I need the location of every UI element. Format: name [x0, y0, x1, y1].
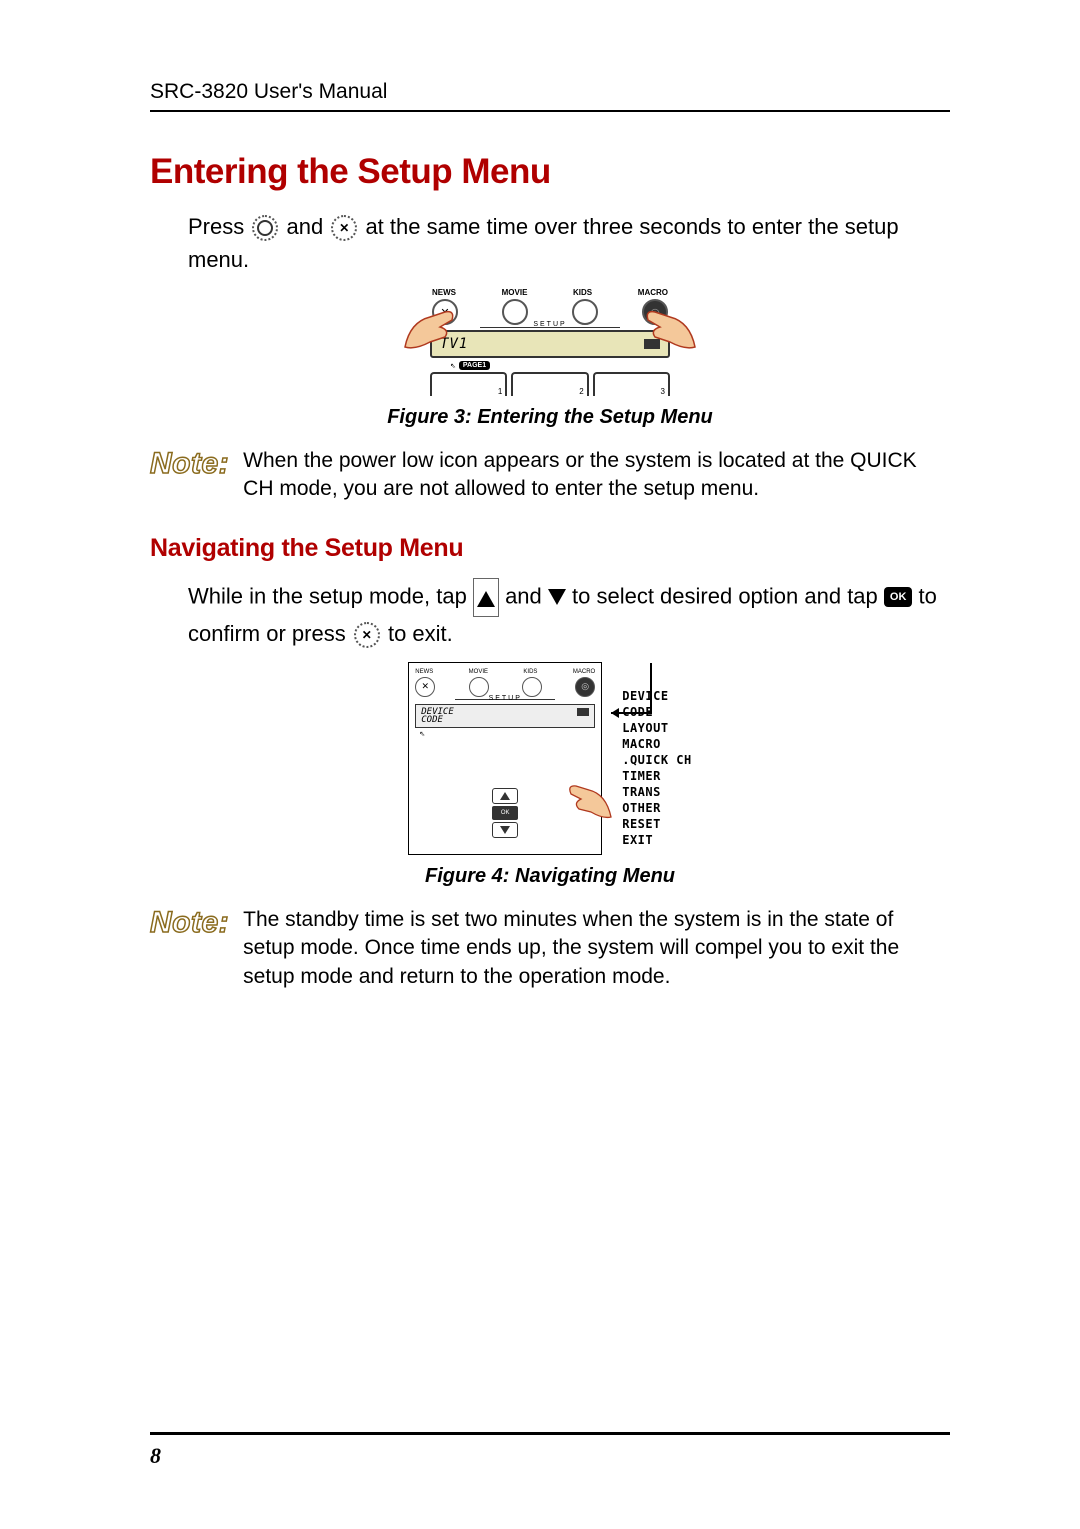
- record-icon: [252, 215, 278, 241]
- softkey-1: 1: [430, 372, 507, 396]
- menu-trans: TRANS: [622, 785, 692, 799]
- figure-4-layout: NEWS MOVIE KIDS MACRO ✕ ◎ SETUP DEVICE C: [408, 662, 692, 855]
- label-macro: MACRO: [638, 288, 668, 297]
- movie-button-icon: [502, 299, 528, 325]
- para2-c: to select desired option and tap: [572, 583, 884, 608]
- section-title-navigating: Navigating the Setup Menu: [150, 534, 950, 563]
- down-arrow-icon: [548, 589, 566, 605]
- transmit-icon: ⇖: [450, 362, 456, 370]
- nav-ok-icon: OK: [492, 806, 518, 820]
- d2-screen-text: DEVICE CODE: [421, 708, 454, 724]
- figure-4-caption: Figure 4: Navigating Menu: [150, 865, 950, 888]
- softkey-row: 1 2 3: [430, 372, 670, 396]
- para1-a: Press: [188, 214, 250, 239]
- page: SRC-3820 User's Manual Entering the Setu…: [0, 0, 1080, 1529]
- d2-label-news: NEWS: [415, 669, 433, 675]
- nav-down-icon: [492, 822, 518, 838]
- label-movie: MOVIE: [502, 288, 528, 297]
- label-news: NEWS: [432, 288, 456, 297]
- close-circle-icon: ✕: [331, 215, 357, 241]
- d2-kids-icon: [522, 677, 542, 697]
- d2-battery-icon: [577, 708, 589, 716]
- label-kids: KIDS: [573, 288, 592, 297]
- note-2: Note: The standby time is set two minute…: [150, 906, 950, 991]
- figure-4: NEWS MOVIE KIDS MACRO ✕ ◎ SETUP DEVICE C: [150, 662, 950, 855]
- d2-transmit-icon: ⇖: [419, 730, 595, 738]
- hand-right-icon: [630, 302, 700, 352]
- softkey-3: 3: [593, 372, 670, 396]
- device-diagram-2: NEWS MOVIE KIDS MACRO ✕ ◎ SETUP DEVICE C: [408, 662, 602, 855]
- d2-setup-label: SETUP: [415, 695, 595, 702]
- menu-reset: RESET: [622, 817, 692, 831]
- para2-b: and: [505, 583, 548, 608]
- page-indicator: ⇖ PAGE1: [450, 361, 670, 370]
- up-arrow-icon: [473, 578, 499, 617]
- header-rule: [150, 110, 950, 112]
- d2-news-icon: ✕: [415, 677, 435, 697]
- hand-pointer-icon: [561, 779, 616, 819]
- menu-exit: EXIT: [622, 833, 692, 847]
- note-1: Note: When the power low icon appears or…: [150, 447, 950, 504]
- menu-timer: TIMER: [622, 769, 692, 783]
- para-entering: Press and ✕ at the same time over three …: [150, 210, 950, 276]
- page-badge: PAGE1: [459, 361, 490, 370]
- para2-a: While in the setup mode, tap: [188, 583, 473, 608]
- device-diagram-1: NEWS MOVIE KIDS MACRO ✕ ◎ SETUP TV1 ⇖ PA…: [430, 288, 670, 396]
- d2-label-movie: MOVIE: [469, 669, 488, 675]
- para1-b: and: [286, 214, 329, 239]
- nav-up-icon: [492, 788, 518, 804]
- para-navigating: While in the setup mode, tap and to sele…: [150, 578, 950, 650]
- nav-button-group: OK: [485, 788, 525, 838]
- hand-left-icon: [400, 302, 470, 352]
- para2-e: to exit.: [388, 621, 453, 646]
- arrow-connector-icon: [601, 658, 661, 728]
- device1-labels: NEWS MOVIE KIDS MACRO: [430, 288, 670, 297]
- menu-other: OTHER: [622, 801, 692, 815]
- menu-macro: MACRO: [622, 737, 692, 751]
- header-title: SRC-3820 User's Manual: [150, 80, 950, 104]
- d2-line2: CODE: [421, 715, 443, 725]
- note-label-1: Note:: [150, 447, 229, 481]
- note-text-2: The standby time is set two minutes when…: [243, 906, 950, 991]
- section-title-entering: Entering the Setup Menu: [150, 152, 950, 192]
- d2-label-kids: KIDS: [523, 669, 537, 675]
- d2-movie-icon: [469, 677, 489, 697]
- softkey-2: 2: [511, 372, 588, 396]
- close-circle-icon-2: ✕: [354, 622, 380, 648]
- ok-icon: OK: [884, 587, 913, 608]
- d2-label-macro: MACRO: [573, 669, 595, 675]
- page-footer: 8: [150, 1432, 950, 1469]
- kids-button-icon: [572, 299, 598, 325]
- menu-quickch: .QUICK CH: [622, 753, 692, 767]
- footer-rule: [150, 1432, 950, 1435]
- figure-3-caption: Figure 3: Entering the Setup Menu: [150, 406, 950, 429]
- d2-macro-icon: ◎: [575, 677, 595, 697]
- device2-screen: DEVICE CODE: [415, 704, 595, 728]
- note-label-2: Note:: [150, 906, 229, 940]
- note-text-1: When the power low icon appears or the s…: [243, 447, 950, 504]
- figure-3: NEWS MOVIE KIDS MACRO ✕ ◎ SETUP TV1 ⇖ PA…: [150, 288, 950, 396]
- page-number: 8: [150, 1443, 950, 1469]
